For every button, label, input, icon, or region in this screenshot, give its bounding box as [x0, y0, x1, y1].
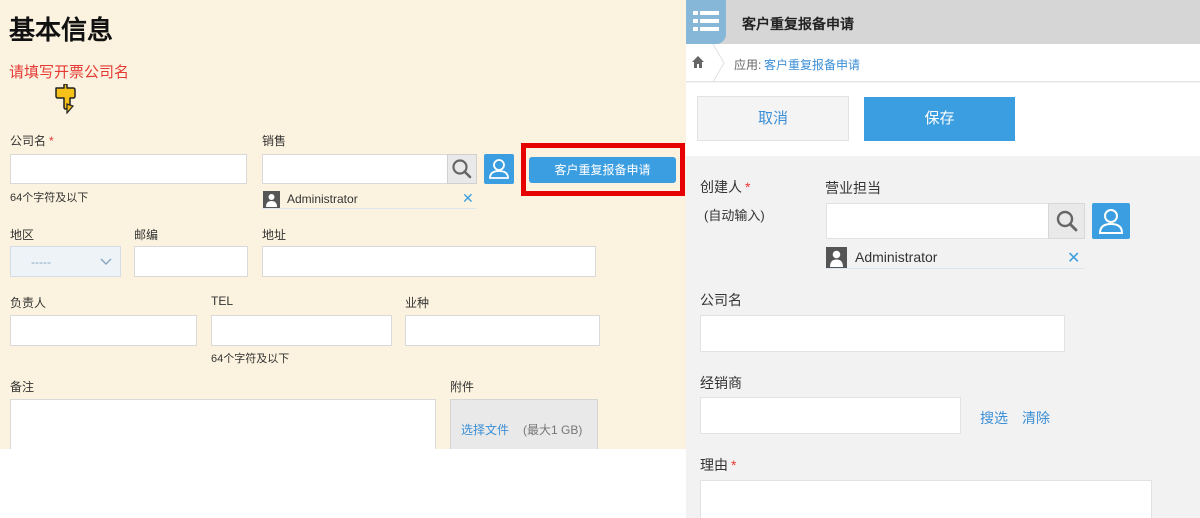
breadcrumb-prefix: 应用:	[734, 58, 762, 72]
tel-label: TEL	[211, 294, 234, 308]
duplicate-report-form: 客户重复报备申请 应用: 客户重复报备申请 取消 保存 创建人 * (自动输入) …	[686, 0, 1200, 518]
creator-label: 创建人 *	[700, 179, 751, 195]
remove-sales-rep-icon[interactable]: ✕	[1067, 248, 1080, 268]
menu-button[interactable]	[686, 0, 726, 44]
dealer-label: 经销商	[700, 375, 742, 391]
tel-hint: 64个字符及以下	[211, 353, 290, 365]
tel-input[interactable]	[211, 315, 392, 346]
selected-user-name: Administrator	[287, 192, 358, 206]
sales-rep-name: Administrator	[855, 249, 938, 265]
save-button[interactable]: 保存	[864, 97, 1015, 141]
pointing-hand-icon	[55, 84, 76, 114]
dealer-input[interactable]	[700, 397, 961, 434]
region-value: -----	[31, 255, 51, 269]
breadcrumb: 应用: 客户重复报备申请	[686, 44, 1200, 82]
page-title: 基本信息	[9, 15, 114, 45]
company-input[interactable]	[10, 154, 247, 184]
address-input[interactable]	[262, 246, 596, 277]
owner-input[interactable]	[10, 315, 197, 346]
select-file-link[interactable]: 选择文件	[461, 421, 509, 438]
sales-rep-user-button[interactable]	[1092, 203, 1130, 239]
cancel-button[interactable]: 取消	[697, 96, 849, 141]
reason-textarea[interactable]	[700, 480, 1152, 518]
address-label: 地址	[262, 228, 287, 242]
company-hint: 64个字符及以下	[10, 192, 89, 204]
sales-rep-search-button[interactable]	[1048, 203, 1085, 239]
chevron-down-icon	[100, 258, 112, 266]
user-icon	[489, 159, 509, 179]
search-icon	[1056, 210, 1078, 232]
sales-rep-label: 营业担当	[825, 180, 881, 196]
avatar	[826, 247, 847, 268]
remark-textarea[interactable]	[10, 399, 436, 449]
region-select[interactable]: -----	[10, 246, 121, 277]
breadcrumb-link[interactable]: 客户重复报备申请	[764, 56, 860, 73]
form-title: 客户重复报备申请	[742, 16, 854, 32]
warning-message: 请填写开票公司名	[9, 64, 130, 81]
max-size-note: (最大1 GB)	[523, 423, 583, 437]
list-icon	[693, 11, 719, 31]
sales-rep-chip: Administrator ✕	[826, 247, 1084, 269]
avatar	[263, 191, 280, 208]
dealer-search-link[interactable]: 搜选	[980, 408, 1008, 428]
user-picker-button[interactable]	[484, 154, 514, 184]
search-button[interactable]	[447, 154, 477, 184]
industry-label: 业种	[405, 296, 430, 310]
industry-input[interactable]	[405, 315, 600, 346]
sales-label: 销售	[262, 134, 287, 148]
remove-user-icon[interactable]: ✕	[462, 190, 474, 207]
search-icon	[452, 159, 472, 179]
region-label: 地区	[10, 228, 35, 242]
header-bar: 客户重复报备申请	[686, 0, 1200, 44]
owner-label: 负责人	[10, 296, 47, 310]
selected-user-chip: Administrator ✕	[262, 190, 476, 209]
reason-label: 理由 *	[700, 457, 737, 473]
dealer-clear-link[interactable]: 清除	[1022, 408, 1050, 428]
attachment-dropzone: 选择文件 (最大1 GB)	[450, 399, 598, 449]
remark-label: 备注	[10, 380, 35, 394]
toolbar: 取消 保存	[686, 83, 1200, 156]
basic-info-panel: 基本信息 请填写开票公司名 公司名 * 64个字符及以下 销售 Administr…	[0, 0, 686, 449]
home-icon[interactable]	[691, 55, 705, 69]
sales-search-input[interactable]	[262, 154, 448, 184]
company-label: 公司名 *	[10, 134, 54, 148]
postcode-label: 邮编	[134, 228, 159, 242]
user-icon	[1098, 209, 1124, 234]
attachment-label: 附件	[450, 380, 475, 394]
sales-rep-input[interactable]	[826, 203, 1050, 239]
company-input[interactable]	[700, 315, 1065, 352]
duplicate-report-apply-button[interactable]: 客户重复报备申请	[529, 157, 676, 183]
auto-input-note: (自动输入)	[704, 208, 765, 223]
breadcrumb-separator-icon	[712, 44, 725, 82]
company-label: 公司名	[700, 292, 742, 308]
postcode-input[interactable]	[134, 246, 248, 277]
